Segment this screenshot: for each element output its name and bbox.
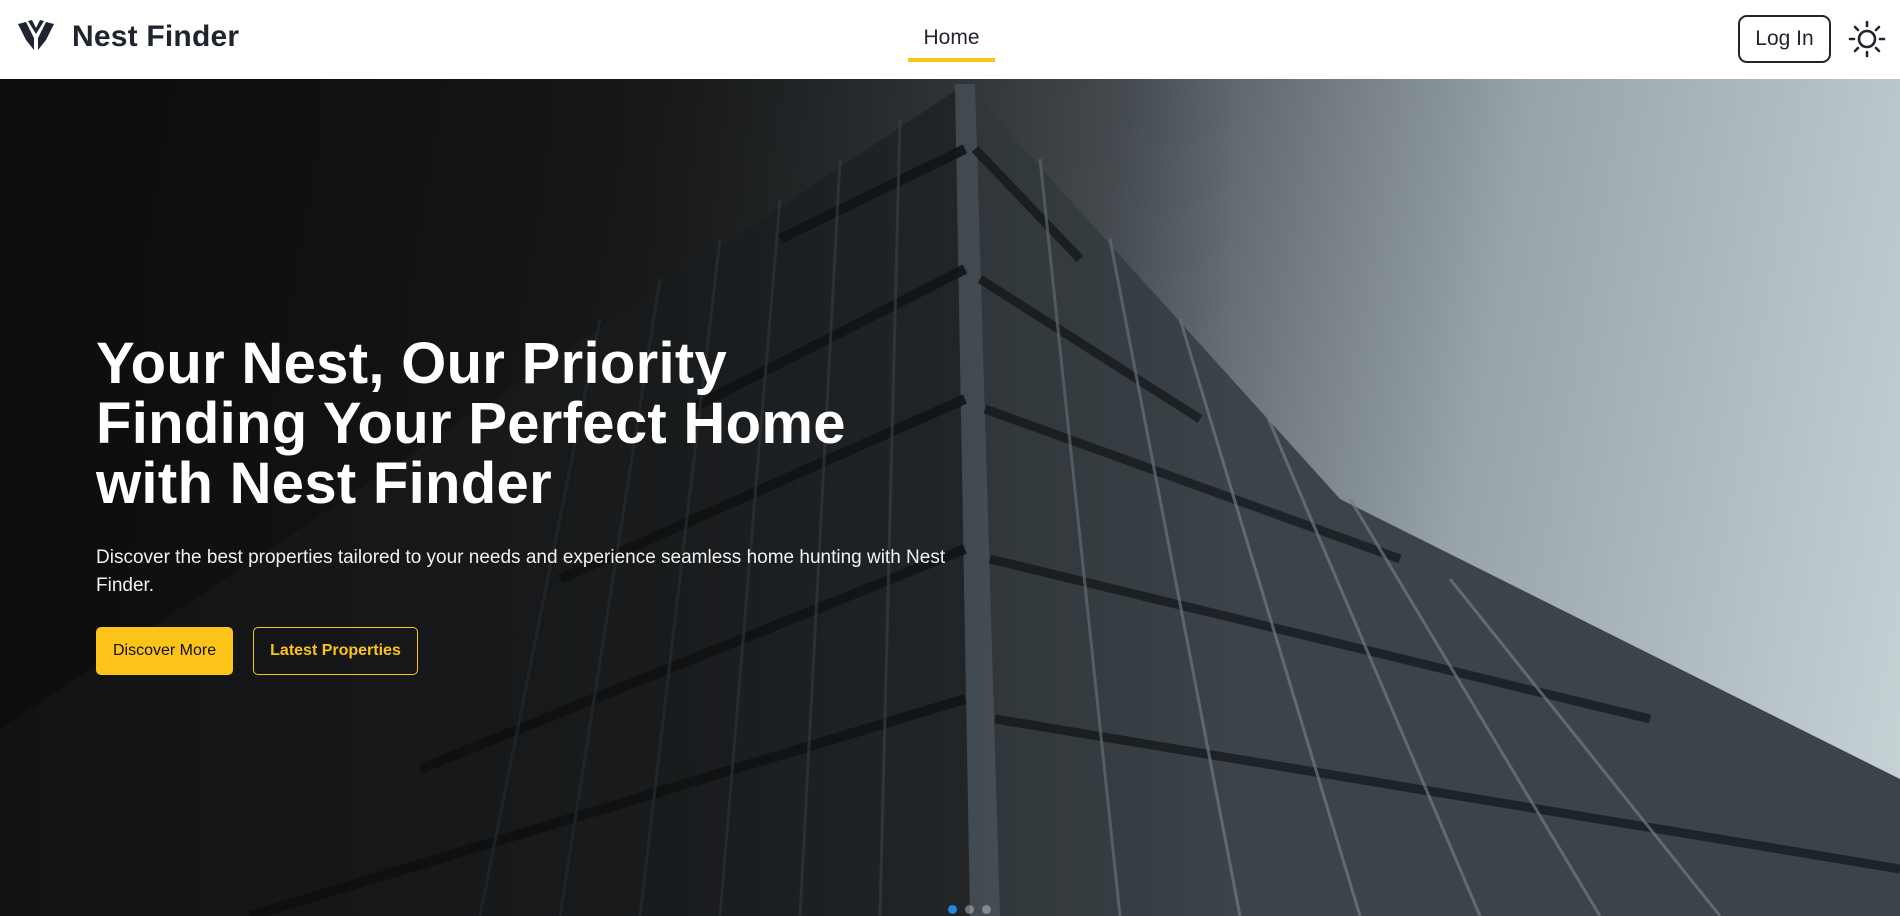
brand-name: Nest Finder bbox=[72, 20, 240, 53]
sun-icon[interactable] bbox=[1848, 20, 1886, 58]
hero-title-line: Finding Your Perfect Home bbox=[96, 391, 846, 456]
nav-item-home[interactable]: Home bbox=[908, 22, 995, 62]
hero-subtitle: Discover the best properties tailored to… bbox=[96, 547, 946, 596]
carousel-dot[interactable] bbox=[948, 905, 957, 914]
nest-finder-logo-icon bbox=[18, 20, 54, 50]
hero-actions: Discover More Latest Properties bbox=[96, 627, 976, 675]
hero-title: Your Nest, Our Priority Finding Your Per… bbox=[96, 334, 976, 514]
latest-properties-button[interactable]: Latest Properties bbox=[253, 627, 418, 675]
hero-section: Your Nest, Our Priority Finding Your Per… bbox=[0, 79, 1900, 916]
carousel-indicators bbox=[948, 905, 991, 914]
discover-more-button[interactable]: Discover More bbox=[96, 627, 234, 675]
top-navbar: Nest Finder Home Log In bbox=[0, 0, 1900, 79]
login-button[interactable]: Log In bbox=[1738, 15, 1831, 63]
hero-title-line: with Nest Finder bbox=[96, 451, 552, 516]
brand-link[interactable]: Nest Finder bbox=[18, 20, 239, 54]
hero-title-line: Your Nest, Our Priority bbox=[96, 331, 728, 396]
carousel-dot[interactable] bbox=[982, 905, 991, 914]
carousel-dot[interactable] bbox=[965, 905, 974, 914]
hero-content: Your Nest, Our Priority Finding Your Per… bbox=[96, 334, 976, 675]
